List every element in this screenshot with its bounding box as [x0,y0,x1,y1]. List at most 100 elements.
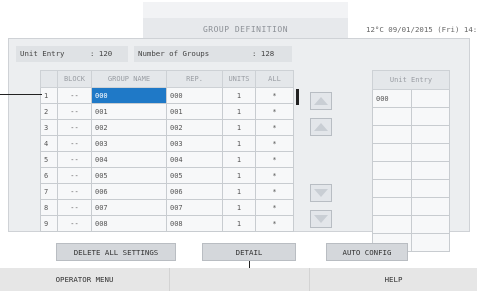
unit-entry-cell[interactable] [410,179,450,198]
unit-entry-cell[interactable] [410,125,450,144]
row-rep: 000 [166,87,223,104]
row-group-name[interactable]: 004 [91,151,167,168]
row-rep: 006 [166,183,223,200]
row-group-name[interactable]: 007 [91,199,167,216]
table-header-row: BLOCK GROUP NAME REP. UNITS ALL [40,70,294,88]
row-group-name[interactable]: 001 [91,103,167,120]
chevron-up-icon [314,123,328,131]
unit-entry-cell[interactable] [372,197,412,216]
row-rep: 002 [166,119,223,136]
col-header-block: BLOCK [57,70,92,88]
unit-entry-cell[interactable] [410,197,450,216]
row-all: * [255,119,294,136]
row-number: 4 [40,135,58,152]
row-number: 1 [40,87,58,104]
row-all: * [255,199,294,216]
table-row[interactable]: 1 -- 000 000 1 * [40,87,294,104]
row-number: 6 [40,167,58,184]
row-rep: 005 [166,167,223,184]
chevron-down-icon [314,189,328,197]
callout-line-left [0,94,42,95]
table-row[interactable]: 6 -- 005 005 1 * [40,167,294,184]
unit-entry-cell[interactable] [372,179,412,198]
unit-entry-cell[interactable] [372,143,412,162]
row-block: -- [57,135,92,152]
scroll-up-button[interactable] [310,118,332,136]
row-units: 1 [222,167,256,184]
scroll-down-button[interactable] [310,184,332,202]
table-row[interactable]: 5 -- 004 004 1 * [40,151,294,168]
unit-entry-cell[interactable] [410,215,450,234]
row-number: 9 [40,215,58,232]
table-row[interactable]: 7 -- 006 006 1 * [40,183,294,200]
title-bar-top [143,2,348,18]
row-units: 1 [222,135,256,152]
unit-entry-cell[interactable] [410,89,450,108]
footer-empty-slot [170,268,310,291]
row-block: -- [57,199,92,216]
double-chevron-down-icon [314,215,328,223]
row-units: 1 [222,199,256,216]
row-units: 1 [222,215,256,232]
col-header-all: ALL [255,70,294,88]
unit-entry-cell[interactable] [372,161,412,180]
unit-entry-stat: Unit Entry : 120 [16,46,128,62]
unit-entry-cell[interactable] [410,161,450,180]
row-rep: 003 [166,135,223,152]
unit-entry-cell[interactable] [410,143,450,162]
table-row[interactable]: 4 -- 003 003 1 * [40,135,294,152]
row-group-name[interactable]: 003 [91,135,167,152]
row-units: 1 [222,151,256,168]
row-all: * [255,103,294,120]
delete-all-settings-button[interactable]: DELETE ALL SETTINGS [56,243,176,261]
page-down-button[interactable] [310,210,332,228]
unit-entry-table: Unit Entry 000 [372,70,450,252]
unit-entry-cell[interactable] [372,107,412,126]
row-number: 7 [40,183,58,200]
row-group-name[interactable]: 008 [91,215,167,232]
row-group-name[interactable]: 005 [91,167,167,184]
unit-entry-label: Unit Entry [20,49,65,58]
unit-entry-cell[interactable]: 000 [372,89,412,108]
page-up-button[interactable] [310,92,332,110]
row-block: -- [57,87,92,104]
col-header-num [40,70,58,88]
row-all: * [255,87,294,104]
col-header-group-name: GROUP NAME [91,70,167,88]
col-header-rep: REP. [166,70,223,88]
groups-value: : 128 [252,49,275,58]
table-row[interactable]: 2 -- 001 001 1 * [40,103,294,120]
groups-label: Number of Groups [138,49,210,58]
col-header-units: UNITS [222,70,256,88]
row-units: 1 [222,119,256,136]
operator-menu-button[interactable]: OPERATOR MENU [0,268,170,291]
row-block: -- [57,119,92,136]
row-group-name[interactable]: 002 [91,119,167,136]
row-rep: 008 [166,215,223,232]
table-row[interactable]: 9 -- 008 008 1 * [40,215,294,232]
auto-config-button[interactable]: AUTO CONFIG [326,243,408,261]
row-all: * [255,135,294,152]
row-all: * [255,215,294,232]
detail-button[interactable]: DETAIL [202,243,296,261]
unit-entry-cell[interactable] [410,233,450,252]
row-block: -- [57,215,92,232]
row-number: 3 [40,119,58,136]
row-units: 1 [222,87,256,104]
row-group-name[interactable]: 000 [91,87,167,104]
row-block: -- [57,167,92,184]
row-block: -- [57,103,92,120]
row-number: 2 [40,103,58,120]
unit-entry-cell[interactable] [372,125,412,144]
unit-entry-cell[interactable] [410,107,450,126]
row-number: 8 [40,199,58,216]
row-group-name[interactable]: 006 [91,183,167,200]
table-scroll-thumb[interactable] [296,89,299,105]
table-row[interactable]: 8 -- 007 007 1 * [40,199,294,216]
row-rep: 001 [166,103,223,120]
help-button[interactable]: HELP [310,268,477,291]
row-number: 5 [40,151,58,168]
unit-entry-cell[interactable] [372,215,412,234]
table-row[interactable]: 3 -- 002 002 1 * [40,119,294,136]
row-all: * [255,167,294,184]
